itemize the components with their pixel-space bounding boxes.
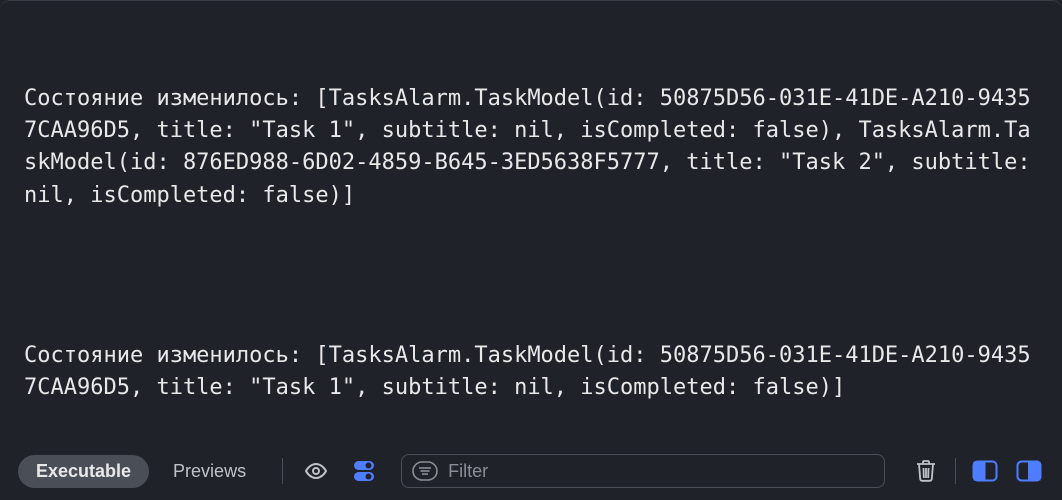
eye-icon[interactable]	[301, 456, 331, 486]
tab-previews[interactable]: Previews	[155, 455, 264, 488]
tab-group: Executable Previews	[18, 455, 264, 488]
right-controls	[911, 456, 1044, 486]
console-line: Состояние изменилось: [TasksAlarm.TaskMo…	[24, 340, 1040, 404]
filter-field[interactable]	[401, 454, 885, 488]
console-output: Состояние изменилось: [TasksAlarm.TaskMo…	[0, 0, 1062, 442]
filter-icon	[412, 461, 438, 481]
panel-right-icon[interactable]	[1014, 456, 1044, 486]
trash-icon[interactable]	[911, 456, 941, 486]
tab-executable[interactable]: Executable	[18, 455, 149, 488]
debug-toolbar: Executable Previews	[0, 442, 1062, 500]
console-line: Состояние изменилось: [TasksAlarm.TaskMo…	[24, 83, 1040, 211]
panel-left-icon[interactable]	[970, 456, 1000, 486]
divider	[955, 458, 956, 484]
filter-input[interactable]	[448, 461, 874, 482]
divider	[282, 458, 283, 484]
metrics-toggle-icon[interactable]	[349, 456, 379, 486]
